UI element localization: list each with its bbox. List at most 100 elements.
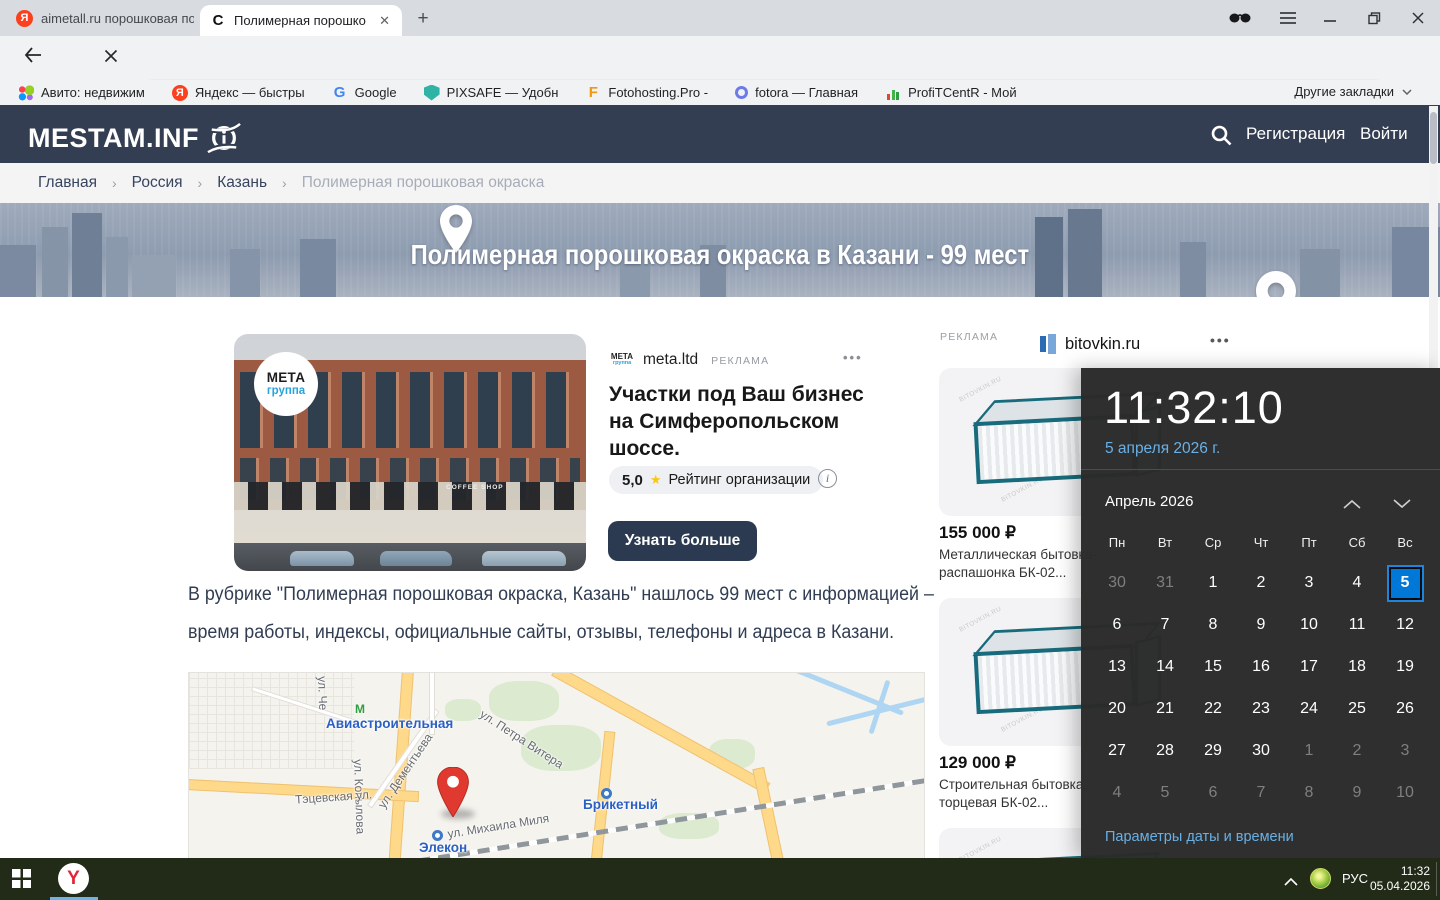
calendar-day[interactable]: 7 bbox=[1237, 772, 1285, 814]
breadcrumb-item[interactable]: Казань › bbox=[217, 174, 302, 192]
calendar-day[interactable]: 20 bbox=[1093, 688, 1141, 730]
incognito-glasses-icon[interactable] bbox=[1228, 8, 1252, 28]
breadcrumb-item[interactable]: Главная › bbox=[38, 174, 132, 192]
show-desktop-button[interactable] bbox=[1436, 862, 1437, 896]
window-close-button[interactable] bbox=[1406, 8, 1430, 28]
calendar-day[interactable]: 1 bbox=[1285, 730, 1333, 772]
sidebar-menu-icon[interactable]: ••• bbox=[1210, 332, 1231, 348]
calendar-day[interactable]: 24 bbox=[1285, 688, 1333, 730]
calendar-day[interactable]: 23 bbox=[1237, 688, 1285, 730]
antivirus-tray-icon[interactable] bbox=[1310, 868, 1331, 889]
breadcrumb-item[interactable]: Россия › bbox=[132, 174, 218, 192]
calendar-day[interactable]: 8 bbox=[1189, 604, 1237, 646]
new-tab-button[interactable]: + bbox=[410, 6, 436, 32]
bookmark-item[interactable]: fotora — Главная bbox=[735, 85, 858, 100]
taskbar: Y РУС 11:32 05.04.2026 bbox=[0, 858, 1440, 900]
tab-close-icon[interactable]: ✕ bbox=[377, 13, 392, 29]
info-icon[interactable]: i bbox=[818, 469, 837, 488]
tab-aimetall[interactable]: Я aimetall.ru порошковая по bbox=[16, 0, 194, 36]
bookmark-item[interactable]: Авито: недвижим bbox=[18, 84, 145, 101]
calendar-day[interactable]: 3 bbox=[1285, 562, 1333, 604]
breadcrumb-label[interactable]: Полимерная порошковая окраска bbox=[302, 174, 545, 192]
product-name[interactable]: Металлическая бытовка-распашонка БК-02..… bbox=[939, 546, 1099, 582]
taskbar-yandex-browser-icon[interactable]: Y bbox=[58, 863, 89, 894]
window-restore-button[interactable] bbox=[1362, 8, 1386, 28]
calendar-day[interactable]: 6 bbox=[1189, 772, 1237, 814]
bookmark-item[interactable]: Google bbox=[332, 85, 397, 101]
scrollbar-thumb[interactable] bbox=[1430, 112, 1437, 164]
calendar-day[interactable]: 1 bbox=[1189, 562, 1237, 604]
calendar-day[interactable]: 13 bbox=[1093, 646, 1141, 688]
calendar-day[interactable]: 4 bbox=[1093, 772, 1141, 814]
tab-active-mestam[interactable]: C Полимерная порошко ✕ bbox=[200, 5, 402, 36]
calendar-day[interactable]: 31 bbox=[1141, 562, 1189, 604]
map[interactable]: М Авиастроительная ул. Че ул. Копылова у… bbox=[188, 672, 925, 862]
calendar-prev-icon[interactable] bbox=[1343, 496, 1361, 514]
calendar-day[interactable]: 9 bbox=[1333, 772, 1381, 814]
calendar-day[interactable]: 18 bbox=[1333, 646, 1381, 688]
calendar-day[interactable]: 2 bbox=[1333, 730, 1381, 772]
ad-image[interactable]: COFFEE SHOP МЕТА группа bbox=[234, 334, 586, 571]
calendar-day[interactable]: 10 bbox=[1381, 772, 1429, 814]
tray-expand-icon[interactable] bbox=[1284, 873, 1298, 891]
calendar-day[interactable]: 5 bbox=[1141, 772, 1189, 814]
site-logo[interactable]: MESTAM.INF bbox=[28, 122, 241, 154]
calendar-day[interactable]: 3 bbox=[1381, 730, 1429, 772]
other-bookmarks-button[interactable]: Другие закладки bbox=[1294, 84, 1412, 99]
calendar-day[interactable]: 8 bbox=[1285, 772, 1333, 814]
breadcrumb-item[interactable]: Полимерная порошковая окраска › bbox=[302, 174, 545, 192]
calendar-next-icon[interactable] bbox=[1393, 496, 1411, 514]
calendar-day[interactable]: 11 bbox=[1333, 604, 1381, 646]
calendar-month-label[interactable]: Апрель 2026 bbox=[1105, 493, 1193, 510]
map-pin-icon[interactable] bbox=[435, 767, 471, 817]
calendar-day[interactable]: 25 bbox=[1333, 688, 1381, 730]
back-button[interactable] bbox=[24, 47, 42, 68]
calendar-day[interactable]: 16 bbox=[1237, 646, 1285, 688]
bookmark-item[interactable]: ProfiTCentR - Мой bbox=[885, 84, 1017, 101]
browser-menu-icon[interactable] bbox=[1276, 8, 1300, 28]
calendar-day[interactable]: 6 bbox=[1093, 604, 1141, 646]
calendar-day[interactable]: 27 bbox=[1093, 730, 1141, 772]
calendar-day[interactable]: 21 bbox=[1141, 688, 1189, 730]
register-link[interactable]: Регистрация bbox=[1246, 124, 1345, 144]
calendar-day[interactable]: 12 bbox=[1381, 604, 1429, 646]
calendar-day[interactable]: 30 bbox=[1237, 730, 1285, 772]
ad-menu-icon[interactable]: ••• bbox=[843, 350, 863, 365]
calendar-day[interactable]: 29 bbox=[1189, 730, 1237, 772]
calendar-day[interactable]: 26 bbox=[1381, 688, 1429, 730]
calendar-day[interactable]: 4 bbox=[1333, 562, 1381, 604]
bookmark-item[interactable]: Яндекс — быстры bbox=[171, 84, 305, 101]
breadcrumb-label[interactable]: Россия bbox=[132, 174, 183, 192]
calendar-day[interactable]: 9 bbox=[1237, 604, 1285, 646]
bookmark-item[interactable]: Fotohosting.Pro - bbox=[585, 85, 708, 101]
bookmark-item[interactable]: PIXSAFE — Удобн bbox=[423, 84, 558, 101]
calendar-day[interactable]: 2 bbox=[1237, 562, 1285, 604]
learn-more-button[interactable]: Узнать больше bbox=[608, 521, 757, 561]
calendar-day[interactable]: 19 bbox=[1381, 646, 1429, 688]
ad-rating-badge[interactable]: 5,0 ★ Рейтинг организации bbox=[609, 466, 824, 494]
clock-calendar-flyout: 11:32:10 5 апреля 2026 г. Апрель 2026 Пн… bbox=[1081, 368, 1440, 858]
calendar-day[interactable]: 22 bbox=[1189, 688, 1237, 730]
product-name[interactable]: Строительная бытовка торцевая БК-02... bbox=[939, 776, 1099, 812]
site-search-icon[interactable] bbox=[1211, 125, 1232, 151]
breadcrumb-label[interactable]: Казань bbox=[217, 174, 267, 192]
login-link[interactable]: Войти bbox=[1360, 124, 1408, 144]
calendar-day[interactable]: 15 bbox=[1189, 646, 1237, 688]
calendar-day[interactable]: 30 bbox=[1093, 562, 1141, 604]
ad-headline[interactable]: Участки под Ваш бизнес на Симферопольско… bbox=[609, 381, 867, 462]
calendar-day[interactable]: 14 bbox=[1141, 646, 1189, 688]
ad-brand-domain[interactable]: meta.ltd bbox=[643, 351, 698, 369]
sidebar-brand[interactable]: bitovkin.ru bbox=[1040, 334, 1140, 354]
breadcrumb-label[interactable]: Главная bbox=[38, 174, 97, 192]
calendar-day[interactable]: 17 bbox=[1285, 646, 1333, 688]
calendar-day[interactable]: 10 bbox=[1285, 604, 1333, 646]
stop-loading-icon[interactable] bbox=[104, 48, 118, 68]
calendar-day[interactable]: 5 bbox=[1386, 564, 1424, 602]
taskbar-clock[interactable]: 11:32 05.04.2026 bbox=[1360, 864, 1430, 894]
start-button[interactable] bbox=[12, 869, 31, 888]
calendar-day[interactable]: 28 bbox=[1141, 730, 1189, 772]
clock-date-link[interactable]: 5 апреля 2026 г. bbox=[1105, 440, 1220, 458]
window-minimize-button[interactable] bbox=[1318, 8, 1342, 28]
calendar-day[interactable]: 7 bbox=[1141, 604, 1189, 646]
date-time-settings-link[interactable]: Параметры даты и времени bbox=[1105, 829, 1294, 845]
